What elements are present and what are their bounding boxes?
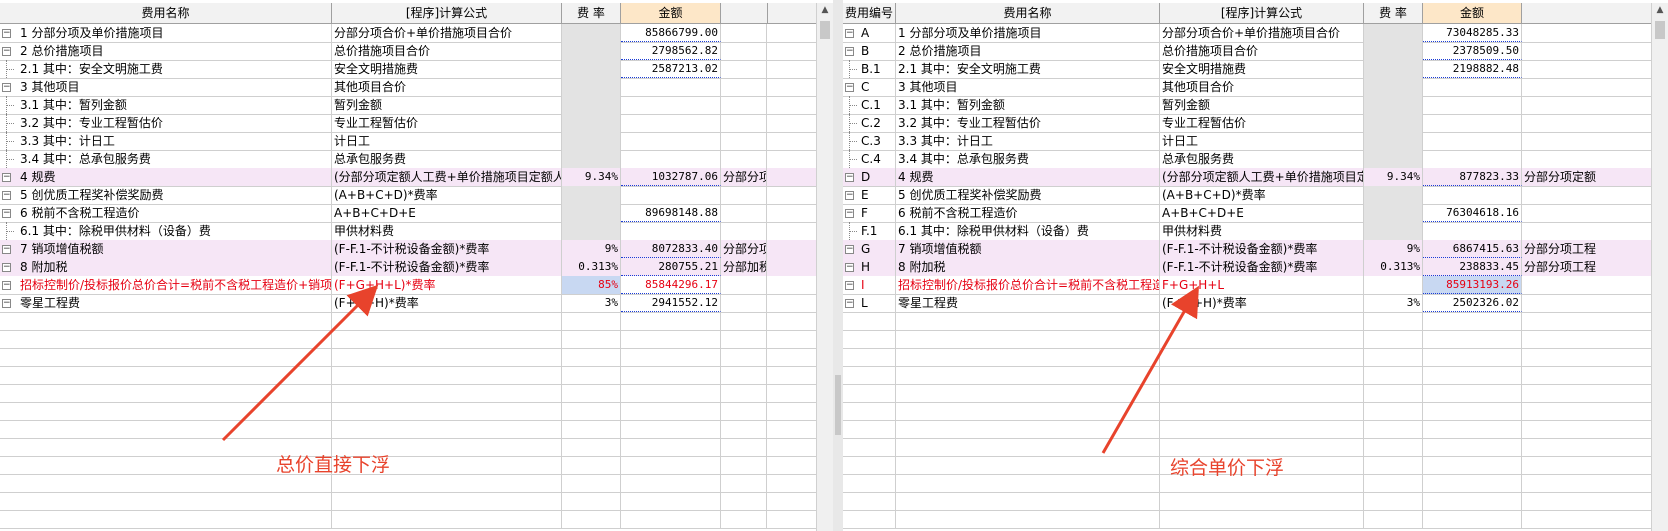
right-annotation-text: 综合单价下浮 <box>1170 457 1285 479</box>
left-annotation-arrow <box>221 284 379 442</box>
annotation-arrows <box>221 284 1199 454</box>
right-annotation-arrow <box>1101 285 1199 454</box>
left-annotation-text: 总价直接下浮 <box>276 454 391 476</box>
